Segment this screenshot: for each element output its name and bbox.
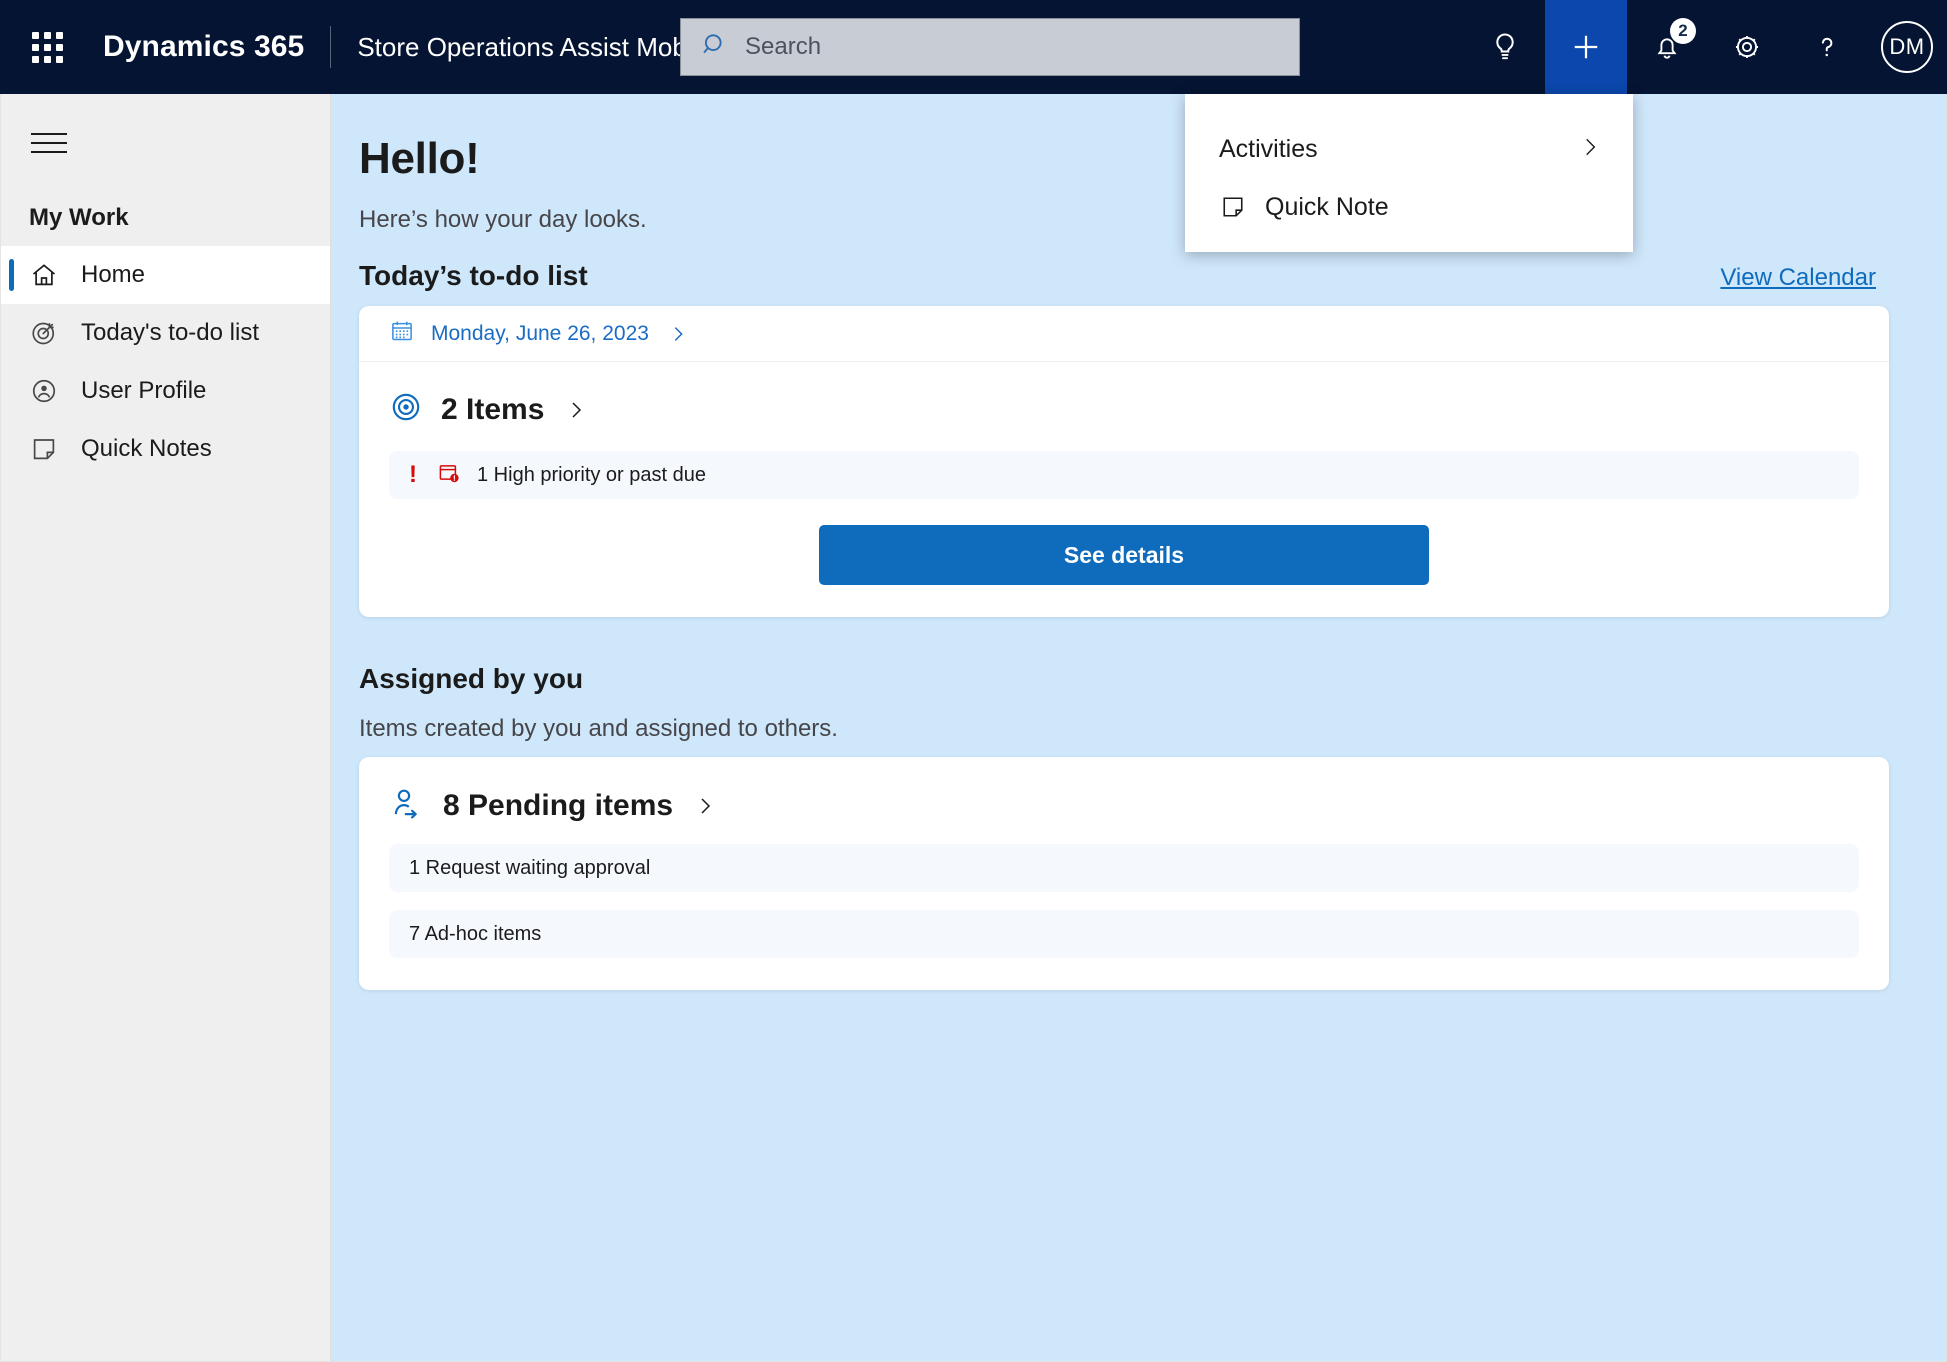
app-window: Dynamics 365 Store Operations Assist Mob… (0, 0, 1947, 1362)
sidebar-item-quick-notes[interactable]: Quick Notes (1, 420, 330, 478)
note-icon (1219, 193, 1257, 221)
dropdown-item-activities[interactable]: Activities (1185, 120, 1633, 178)
dropdown-item-label: Quick Note (1265, 192, 1389, 221)
sidebar-item-label: Today's to-do list (81, 319, 259, 346)
notifications-bell-icon[interactable]: 2 (1627, 0, 1707, 94)
dropdown-item-quick-note[interactable]: Quick Note (1185, 178, 1633, 236)
assigned-row-approval[interactable]: 1 Request waiting approval (389, 844, 1859, 892)
todo-count-label: 2 Items (441, 392, 545, 426)
sidebar-item-label: Quick Notes (81, 435, 212, 462)
sidebar-item-home[interactable]: Home (1, 246, 330, 304)
brand-title: Dynamics 365 (103, 30, 305, 63)
exclamation-icon: ! (409, 461, 417, 488)
view-calendar-link[interactable]: View Calendar (1720, 264, 1876, 292)
calendar-alert-icon (437, 461, 461, 490)
search-input[interactable] (745, 33, 1265, 61)
see-details-button[interactable]: See details (819, 525, 1429, 585)
chevron-right-icon (1577, 134, 1603, 165)
app-body: My Work Home Today's to-do list User Pro… (0, 94, 1947, 1362)
help-question-mark-icon[interactable] (1787, 0, 1867, 94)
top-bar-icon-group: 2 DM (1465, 0, 1947, 94)
main-content-area: Hello! Here’s how your day looks. Today’… (331, 94, 1946, 1361)
note-icon (29, 434, 75, 464)
assigned-card-body: 8 Pending items 1 Request waiting approv… (359, 757, 1889, 990)
notification-count-badge: 2 (1670, 18, 1696, 44)
new-record-dropdown-menu: Activities Quick Note (1185, 94, 1633, 252)
hamburger-menu-icon[interactable] (17, 112, 81, 174)
chevron-right-icon[interactable] (564, 398, 588, 422)
new-record-plus-button[interactable] (1545, 0, 1627, 94)
search-box[interactable] (680, 18, 1300, 76)
assigned-section: Assigned by you Items created by you and… (359, 663, 1889, 990)
app-launcher-waffle-icon[interactable] (16, 16, 78, 78)
header-divider (330, 26, 332, 68)
assigned-section-title: Assigned by you (359, 663, 584, 694)
todo-card: Monday, June 26, 2023 2 Items ! 1 High p… (359, 306, 1889, 617)
assigned-row-adhoc[interactable]: 7 Ad-hoc items (389, 910, 1859, 958)
todo-date-label: Monday, June 26, 2023 (431, 321, 649, 345)
assigned-card: 8 Pending items 1 Request waiting approv… (359, 757, 1889, 990)
sidebar-navigation: My Work Home Today's to-do list User Pro… (1, 94, 331, 1361)
sidebar-item-label: Home (81, 261, 146, 288)
calendar-icon (389, 318, 415, 349)
sidebar-item-user-profile[interactable]: User Profile (1, 362, 330, 420)
todo-section-header: Today’s to-do list View Calendar (359, 260, 1876, 292)
home-icon (29, 260, 75, 290)
todo-date-row[interactable]: Monday, June 26, 2023 (359, 306, 1889, 362)
page-subtitle: Here’s how your day looks. (359, 206, 647, 233)
assigned-count-row[interactable]: 8 Pending items (389, 785, 1859, 826)
todo-section-title: Today’s to-do list (359, 260, 588, 291)
sidebar-group-title: My Work (29, 204, 129, 231)
sidebar-item-todo-list[interactable]: Today's to-do list (1, 304, 330, 362)
dropdown-item-label: Activities (1219, 134, 1318, 163)
chevron-right-icon[interactable] (667, 323, 689, 345)
search-icon (701, 31, 729, 64)
target-icon (389, 390, 423, 429)
todo-alert-row[interactable]: ! 1 High priority or past due (389, 451, 1859, 499)
settings-gear-icon[interactable] (1707, 0, 1787, 94)
target-icon (29, 318, 75, 348)
sidebar-item-label: User Profile (81, 377, 207, 404)
avatar-initials: DM (1881, 21, 1933, 73)
chevron-right-icon[interactable] (693, 794, 717, 818)
todo-count-row[interactable]: 2 Items (389, 390, 1859, 429)
todo-alert-text: 1 High priority or past due (477, 463, 707, 486)
lightbulb-icon[interactable] (1465, 0, 1545, 94)
user-avatar[interactable]: DM (1867, 0, 1947, 94)
page-title: Hello! (359, 134, 480, 183)
search-container (680, 18, 1300, 76)
todo-card-body: 2 Items ! 1 High priority or past due Se… (359, 362, 1889, 617)
app-name-title: Store Operations Assist Mobile (357, 31, 713, 62)
assigned-section-subtitle: Items created by you and assigned to oth… (359, 715, 838, 742)
assigned-count-label: 8 Pending items (443, 788, 674, 822)
user-circle-icon (29, 376, 75, 406)
assign-user-icon (389, 785, 425, 826)
top-navigation-bar: Dynamics 365 Store Operations Assist Mob… (0, 0, 1947, 94)
